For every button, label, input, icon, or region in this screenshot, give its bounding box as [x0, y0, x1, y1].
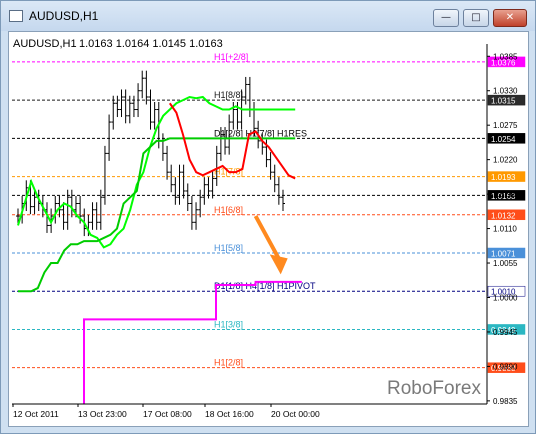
y-tick-label: 1.0220	[493, 156, 518, 165]
level-price-tag-text: 1.0071	[491, 250, 516, 259]
y-tick-label: 1.0165	[493, 190, 518, 199]
y-tick-label: 0.9945	[493, 328, 518, 337]
y-tick-label: 0.9835	[493, 397, 518, 406]
chart-window-icon	[9, 10, 23, 22]
level-price-tag-text: 1.0254	[491, 135, 516, 144]
x-tick-label: 12 Oct 2011	[13, 409, 59, 419]
chart-ohlc: 1.0163 1.0164 1.0145 1.0163	[79, 38, 223, 50]
x-tick-label: 17 Oct 08:00	[143, 409, 192, 419]
level-price-tag-text: 1.0193	[491, 173, 516, 182]
watermark: RoboForex	[387, 378, 481, 399]
level-label: H1[5/8]	[214, 243, 243, 253]
window-title: AUDUSD,H1	[29, 9, 99, 23]
level-label: H1[2/8]	[214, 358, 243, 368]
level-price-tag-text: 1.0315	[491, 97, 516, 106]
y-tick-label: 1.0110	[493, 225, 517, 234]
level-label: H1[3/8]	[214, 319, 243, 329]
x-tick-label: 20 Oct 00:00	[271, 409, 320, 419]
level-label: H1[8/8]	[214, 90, 243, 100]
close-button[interactable]: ✕	[493, 9, 527, 27]
chart-area[interactable]: H1[+2/8] 1.0376 H1[8/8] 1.0315 D1[2/8] H1[7/…	[8, 31, 529, 427]
maximize-button[interactable]: □	[463, 9, 489, 27]
chart-symbol: AUDUSD,H1	[13, 38, 77, 50]
price-chart[interactable]: H1[+2/8]1.0376H1[8/8]1.0315D1[2/8] H1[7/…	[9, 32, 528, 426]
x-tick-label: 18 Oct 16:00	[205, 409, 254, 419]
title-bar[interactable]: AUDUSD,H1 — □ ✕	[1, 1, 535, 31]
y-tick-label: 1.0385	[493, 52, 518, 61]
y-tick-label: 1.0275	[493, 121, 518, 130]
level-label: H1[6/8]	[214, 205, 243, 215]
y-tick-label: 1.0055	[493, 259, 518, 268]
level-price-tag-text: 1.0132	[491, 211, 516, 220]
y-tick-label: 1.0330	[493, 87, 518, 96]
y-tick-label: 0.9890	[493, 362, 518, 371]
y-tick-label: 1.0000	[493, 293, 518, 302]
level-label: H1[+2/8]	[214, 52, 248, 62]
x-tick-label: 13 Oct 23:00	[78, 409, 127, 419]
minimize-button[interactable]: —	[433, 9, 459, 27]
chart-window: AUDUSD,H1 — □ ✕ H1[+2/8] 1.0376 H1[8/8] 1.0…	[0, 0, 536, 434]
